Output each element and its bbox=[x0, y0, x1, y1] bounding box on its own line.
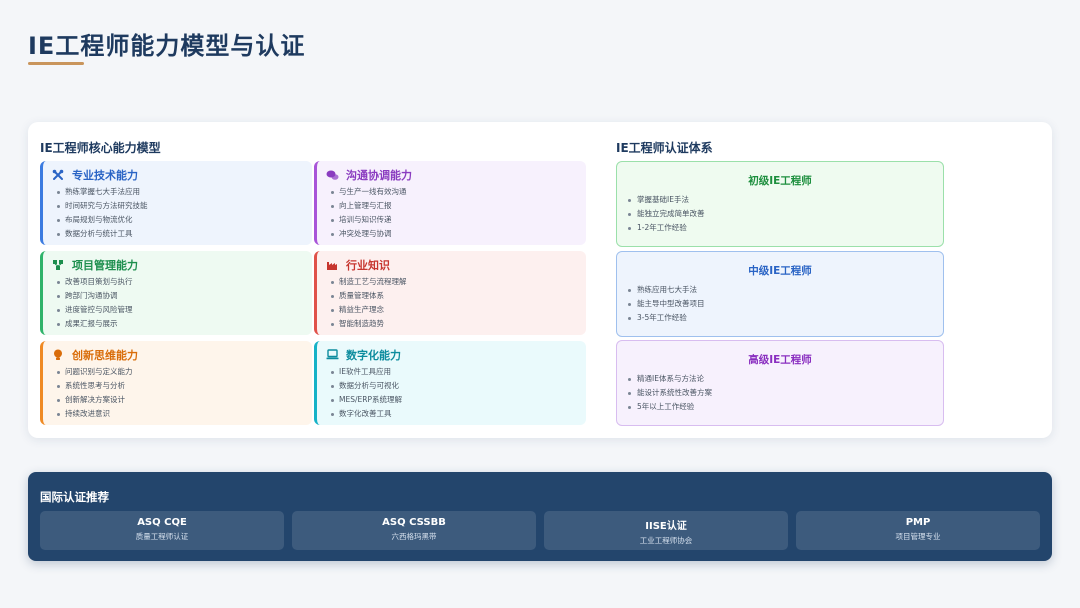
list-item: 改善项目策划与执行 bbox=[57, 275, 302, 289]
card-list: IE软件工具应用 数据分析与可视化 MES/ERP系统理解 数字化改善工具 bbox=[325, 365, 576, 421]
list-item: 问题识别与定义能力 bbox=[57, 365, 302, 379]
list-item: 数据分析与统计工具 bbox=[57, 227, 302, 241]
list-item: 培训与知识传递 bbox=[331, 213, 576, 227]
cert-title: 初级IE工程师 bbox=[748, 175, 812, 187]
list-item: 熟练掌握七大手法应用 bbox=[57, 185, 302, 199]
list-item: 冲突处理与协调 bbox=[331, 227, 576, 241]
title-underline bbox=[28, 62, 84, 65]
chat-bubbles-icon bbox=[325, 168, 339, 182]
model-heading: IE工程师核心能力模型 bbox=[40, 141, 161, 155]
capability-card-project: 项目管理能力 改善项目策划与执行 跨部门沟通协调 进度管控与风险管理 成果汇报与… bbox=[40, 251, 312, 335]
cert-level-senior: 高级IE工程师 精通IE体系与方法论 能设计系统性改善方案 5年以上工作经验 bbox=[616, 340, 944, 426]
factory-icon bbox=[325, 258, 339, 272]
intl-cert-iise: IISE认证 工业工程师协会 bbox=[544, 511, 788, 550]
card-list: 问题识别与定义能力 系统性思考与分析 创新解决方案设计 持续改进意识 bbox=[51, 365, 302, 421]
intl-cert-desc: 工业工程师协会 bbox=[639, 536, 693, 545]
list-item: 5年以上工作经验 bbox=[627, 400, 712, 414]
cert-level-intermediate: 中级IE工程师 熟练应用七大手法 能主导中型改善项目 3-5年工作经验 bbox=[616, 251, 944, 337]
list-item: 能设计系统性改善方案 bbox=[627, 386, 712, 400]
list-item: 数字化改善工具 bbox=[331, 407, 576, 421]
card-list: 熟练掌握七大手法应用 时间研究与方法研究技能 布局规划与物流优化 数据分析与统计… bbox=[51, 185, 302, 241]
capability-card-industry: 行业知识 制造工艺与流程理解 质量管理体系 精益生产理念 智能制造趋势 bbox=[314, 251, 586, 335]
list-item: 精益生产理念 bbox=[331, 303, 576, 317]
intl-cert-name: IISE认证 bbox=[645, 521, 687, 532]
card-title: 专业技术能力 bbox=[72, 168, 138, 182]
cert-level-junior: 初级IE工程师 掌握基础IE手法 能独立完成简单改善 1-2年工作经验 bbox=[616, 161, 944, 247]
intl-cert-desc: 质量工程师认证 bbox=[135, 532, 189, 541]
list-item: 进度管控与风险管理 bbox=[57, 303, 302, 317]
list-item: 精通IE体系与方法论 bbox=[627, 372, 712, 386]
cert-title: 中级IE工程师 bbox=[748, 265, 812, 277]
capability-card-technical: 专业技术能力 熟练掌握七大手法应用 时间研究与方法研究技能 布局规划与物流优化 … bbox=[40, 161, 312, 245]
list-item: 成果汇报与展示 bbox=[57, 317, 302, 331]
card-title: 创新思维能力 bbox=[72, 348, 138, 362]
list-item: 掌握基础IE手法 bbox=[627, 193, 705, 207]
card-title: 项目管理能力 bbox=[72, 258, 138, 272]
intl-cert-asq-cssbb: ASQ CSSBB 六西格玛黑带 bbox=[292, 511, 536, 550]
list-item: 3-5年工作经验 bbox=[627, 311, 705, 325]
laptop-icon bbox=[325, 348, 339, 362]
capability-card-innovation: 创新思维能力 问题识别与定义能力 系统性思考与分析 创新解决方案设计 持续改进意… bbox=[40, 341, 312, 425]
tools-icon bbox=[51, 168, 65, 182]
intl-cert-asq-cqe: ASQ CQE 质量工程师认证 bbox=[40, 511, 284, 550]
card-title: 行业知识 bbox=[346, 258, 390, 272]
intl-cert-desc: 项目管理专业 bbox=[895, 532, 941, 541]
list-item: 熟练应用七大手法 bbox=[627, 283, 705, 297]
capability-card-digital: 数字化能力 IE软件工具应用 数据分析与可视化 MES/ERP系统理解 数字化改… bbox=[314, 341, 586, 425]
list-item: MES/ERP系统理解 bbox=[331, 393, 576, 407]
list-item: 向上管理与汇报 bbox=[331, 199, 576, 213]
card-list: 与生产一线有效沟通 向上管理与汇报 培训与知识传递 冲突处理与协调 bbox=[325, 185, 576, 241]
page-title: IE工程师能力模型与认证 bbox=[28, 32, 306, 60]
list-item: 制造工艺与流程理解 bbox=[331, 275, 576, 289]
list-item: 创新解决方案设计 bbox=[57, 393, 302, 407]
card-title: 数字化能力 bbox=[346, 348, 401, 362]
cert-list: 熟练应用七大手法 能主导中型改善项目 3-5年工作经验 bbox=[627, 283, 705, 325]
intl-cert-pmp: PMP 项目管理专业 bbox=[796, 511, 1040, 550]
list-item: 与生产一线有效沟通 bbox=[331, 185, 576, 199]
intl-cert-desc: 六西格玛黑带 bbox=[391, 532, 437, 541]
cert-list: 精通IE体系与方法论 能设计系统性改善方案 5年以上工作经验 bbox=[627, 372, 712, 414]
list-item: IE软件工具应用 bbox=[331, 365, 576, 379]
intl-cert-name: PMP bbox=[905, 517, 931, 528]
list-item: 能主导中型改善项目 bbox=[627, 297, 705, 311]
list-item: 布局规划与物流优化 bbox=[57, 213, 302, 227]
capability-card-communication: 沟通协调能力 与生产一线有效沟通 向上管理与汇报 培训与知识传递 冲突处理与协调 bbox=[314, 161, 586, 245]
list-item: 质量管理体系 bbox=[331, 289, 576, 303]
intl-cert-name: ASQ CQE bbox=[137, 517, 187, 528]
project-tree-icon bbox=[51, 258, 65, 272]
card-title: 沟通协调能力 bbox=[346, 168, 412, 182]
lightbulb-icon bbox=[51, 348, 65, 362]
international-heading: 国际认证推荐 bbox=[40, 490, 109, 504]
cert-list: 掌握基础IE手法 能独立完成简单改善 1-2年工作经验 bbox=[627, 193, 705, 235]
international-cert-panel: 国际认证推荐 ASQ CQE 质量工程师认证 ASQ CSSBB 六西格玛黑带 … bbox=[28, 472, 1052, 561]
intl-cert-name: ASQ CSSBB bbox=[382, 517, 446, 528]
card-list: 改善项目策划与执行 跨部门沟通协调 进度管控与风险管理 成果汇报与展示 bbox=[51, 275, 302, 331]
list-item: 1-2年工作经验 bbox=[627, 221, 705, 235]
main-panel: IE工程师核心能力模型 专业技术能力 熟练掌握七大手法应用 时间研究与方法研究技… bbox=[28, 122, 1052, 438]
list-item: 智能制造趋势 bbox=[331, 317, 576, 331]
list-item: 数据分析与可视化 bbox=[331, 379, 576, 393]
list-item: 时间研究与方法研究技能 bbox=[57, 199, 302, 213]
card-list: 制造工艺与流程理解 质量管理体系 精益生产理念 智能制造趋势 bbox=[325, 275, 576, 331]
list-item: 系统性思考与分析 bbox=[57, 379, 302, 393]
list-item: 持续改进意识 bbox=[57, 407, 302, 421]
list-item: 能独立完成简单改善 bbox=[627, 207, 705, 221]
list-item: 跨部门沟通协调 bbox=[57, 289, 302, 303]
certification-heading: IE工程师认证体系 bbox=[616, 141, 713, 155]
cert-title: 高级IE工程师 bbox=[748, 354, 812, 366]
